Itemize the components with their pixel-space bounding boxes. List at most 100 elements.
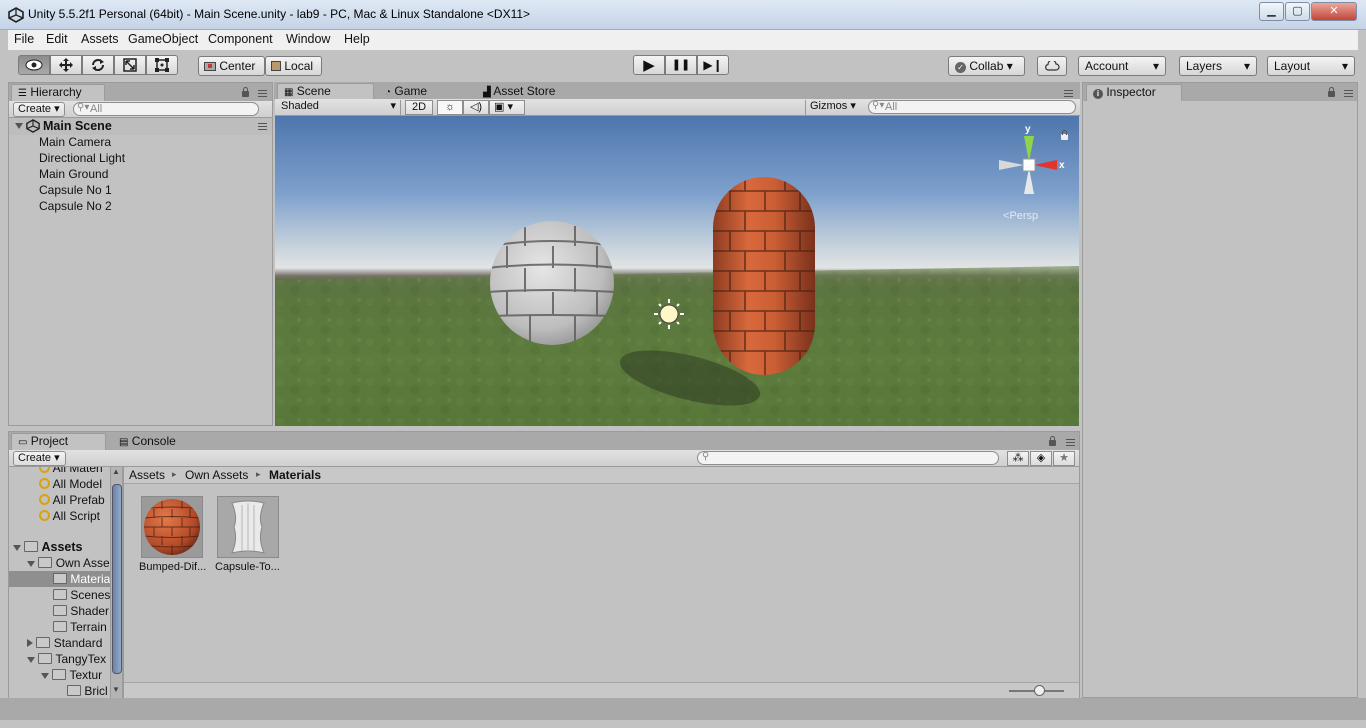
scene-search-input[interactable]: ⚲▾ All — [868, 100, 1076, 114]
close-button[interactable]: ✕ — [1311, 2, 1357, 21]
gizmos-dropdown[interactable]: Gizmos ▾ — [805, 100, 861, 115]
breadcrumb-item-current[interactable]: Materials — [269, 468, 321, 482]
menu-assets[interactable]: Assets — [81, 32, 119, 46]
expand-arrow-icon[interactable] — [15, 123, 23, 129]
asset-thumbnail[interactable] — [217, 496, 279, 558]
tree-folder[interactable]: Scenes — [53, 588, 110, 602]
view-tool-button[interactable] — [18, 55, 50, 75]
tab-scene[interactable]: ▦ Scene — [277, 83, 374, 100]
collab-button[interactable]: ✓ Collab ▾ — [948, 56, 1025, 76]
menu-edit[interactable]: Edit — [46, 32, 68, 46]
menu-component[interactable]: Component — [208, 32, 273, 46]
scene-lighting-toggle[interactable]: ☼ — [437, 100, 463, 115]
expand-arrow-icon[interactable] — [27, 657, 35, 663]
favorite-item[interactable]: All Materi — [39, 467, 103, 475]
filter-by-type-button[interactable]: ⁂ — [1007, 451, 1029, 466]
scene-audio-toggle[interactable]: ◁) — [463, 100, 489, 115]
tab-hierarchy[interactable]: ☰ Hierarchy — [11, 84, 105, 101]
hierarchy-create-dropdown[interactable]: Create ▾ — [13, 102, 65, 117]
favorites-button[interactable]: ★ — [1053, 451, 1075, 466]
lock-icon[interactable] — [1049, 436, 1056, 446]
panel-menu-icon[interactable] — [258, 90, 267, 97]
scene-menu-icon[interactable] — [258, 123, 267, 130]
rotate-tool-button[interactable] — [82, 55, 114, 75]
asset-label[interactable]: Bumped-Dif... — [139, 561, 206, 573]
play-button[interactable]: ▶ — [633, 55, 665, 75]
hierarchy-item[interactable]: Capsule No 2 — [39, 199, 112, 213]
tab-asset-store[interactable]: ▟ Asset Store — [476, 83, 586, 100]
project-split-divider[interactable] — [122, 467, 124, 698]
layers-dropdown[interactable]: Layers ▾ — [1179, 56, 1257, 76]
folder-label: TangyTex — [55, 652, 107, 666]
hierarchy-item[interactable]: Main Camera — [39, 135, 111, 149]
scene-row[interactable]: Main Scene — [9, 118, 272, 135]
tree-folder[interactable]: TangyTex — [27, 652, 106, 666]
favorite-item[interactable]: All Script — [39, 509, 100, 523]
favorite-item[interactable]: All Prefab — [39, 493, 105, 507]
tree-folder[interactable]: Standard — [27, 636, 102, 650]
lock-icon[interactable] — [242, 87, 249, 97]
pivot-center-button[interactable]: Center — [198, 56, 265, 76]
favorite-item[interactable]: All Model — [39, 477, 102, 491]
menu-file[interactable]: File — [14, 32, 34, 46]
scene-viewport[interactable]: y x <Persp — [275, 116, 1079, 426]
persp-label[interactable]: <Persp — [1003, 210, 1038, 222]
expand-arrow-icon[interactable] — [27, 561, 35, 567]
breadcrumb-item[interactable]: Own Assets — [185, 468, 248, 482]
tab-inspector[interactable]: i Inspector — [1086, 84, 1182, 101]
scroll-down-arrow-icon[interactable]: ▼ — [112, 685, 120, 694]
tree-folder[interactable]: Bricl — [67, 684, 108, 698]
orientation-gizmo[interactable]: y x <Persp — [991, 124, 1071, 224]
tree-folder[interactable]: Terrain — [53, 620, 107, 634]
tree-scrollbar-thumb[interactable] — [112, 484, 122, 674]
gizmo-y-label: y — [1025, 124, 1031, 135]
hierarchy-search-input[interactable]: ⚲▾ All — [73, 102, 259, 116]
pause-button[interactable]: ❚❚ — [665, 55, 697, 75]
panel-menu-icon[interactable] — [1064, 90, 1073, 97]
hierarchy-item[interactable]: Directional Light — [39, 151, 125, 165]
asset-thumbnail[interactable] — [141, 496, 203, 558]
menu-gameobject[interactable]: GameObject — [128, 32, 198, 46]
tab-game[interactable]: ◔ Game — [378, 83, 458, 100]
project-create-dropdown[interactable]: Create ▾ — [13, 451, 66, 466]
tree-scrollbar[interactable]: ▲ ▼ — [110, 467, 122, 698]
scroll-up-arrow-icon[interactable]: ▲ — [112, 467, 120, 476]
chevron-down-icon: ▾ — [1341, 59, 1348, 73]
project-search-input[interactable]: ⚲ — [697, 451, 999, 465]
filter-by-label-button[interactable]: ◈ — [1030, 451, 1052, 466]
layout-dropdown[interactable]: Layout ▾ — [1267, 56, 1355, 76]
account-dropdown[interactable]: Account ▾ — [1078, 56, 1166, 76]
scale-tool-button[interactable] — [114, 55, 146, 75]
menu-help[interactable]: Help — [344, 32, 370, 46]
minimize-button[interactable]: ▁ — [1259, 2, 1284, 21]
expand-arrow-icon[interactable] — [13, 545, 21, 551]
tab-console[interactable]: ▤ Console — [112, 433, 202, 450]
slider-knob[interactable] — [1034, 685, 1046, 696]
hierarchy-item[interactable]: Capsule No 1 — [39, 183, 112, 197]
pivot-local-button[interactable]: Local — [265, 56, 322, 76]
collapse-arrow-icon[interactable] — [27, 639, 33, 647]
lock-icon[interactable] — [1328, 87, 1335, 97]
expand-arrow-icon[interactable] — [41, 673, 49, 679]
scene-effects-dropdown[interactable]: ▣ ▾ — [489, 100, 525, 115]
gizmo-lock-icon[interactable] — [1061, 130, 1068, 140]
move-tool-button[interactable] — [50, 55, 82, 75]
panel-menu-icon[interactable] — [1066, 439, 1075, 446]
menu-window[interactable]: Window — [286, 32, 330, 46]
tree-folder[interactable]: Textur — [41, 668, 102, 682]
toggle-2d-button[interactable]: 2D — [405, 100, 433, 115]
maximize-button[interactable]: ▢ — [1285, 2, 1310, 21]
step-button[interactable]: ▶❙ — [697, 55, 729, 75]
shading-mode-dropdown[interactable]: Shaded ▾ — [277, 100, 401, 115]
asset-label[interactable]: Capsule-To... — [215, 561, 280, 573]
tree-folder[interactable]: Shader — [53, 604, 109, 618]
tree-folder[interactable]: Own Asse — [27, 556, 110, 570]
tree-folder-selected[interactable]: Materia — [53, 572, 110, 586]
rect-tool-button[interactable] — [146, 55, 178, 75]
panel-menu-icon[interactable] — [1344, 90, 1353, 97]
tree-folder[interactable]: Assets — [13, 540, 83, 554]
hierarchy-item[interactable]: Main Ground — [39, 167, 108, 181]
cloud-button[interactable] — [1037, 56, 1067, 76]
breadcrumb-item[interactable]: Assets — [129, 468, 165, 482]
tab-project[interactable]: ▭ Project — [11, 433, 106, 450]
